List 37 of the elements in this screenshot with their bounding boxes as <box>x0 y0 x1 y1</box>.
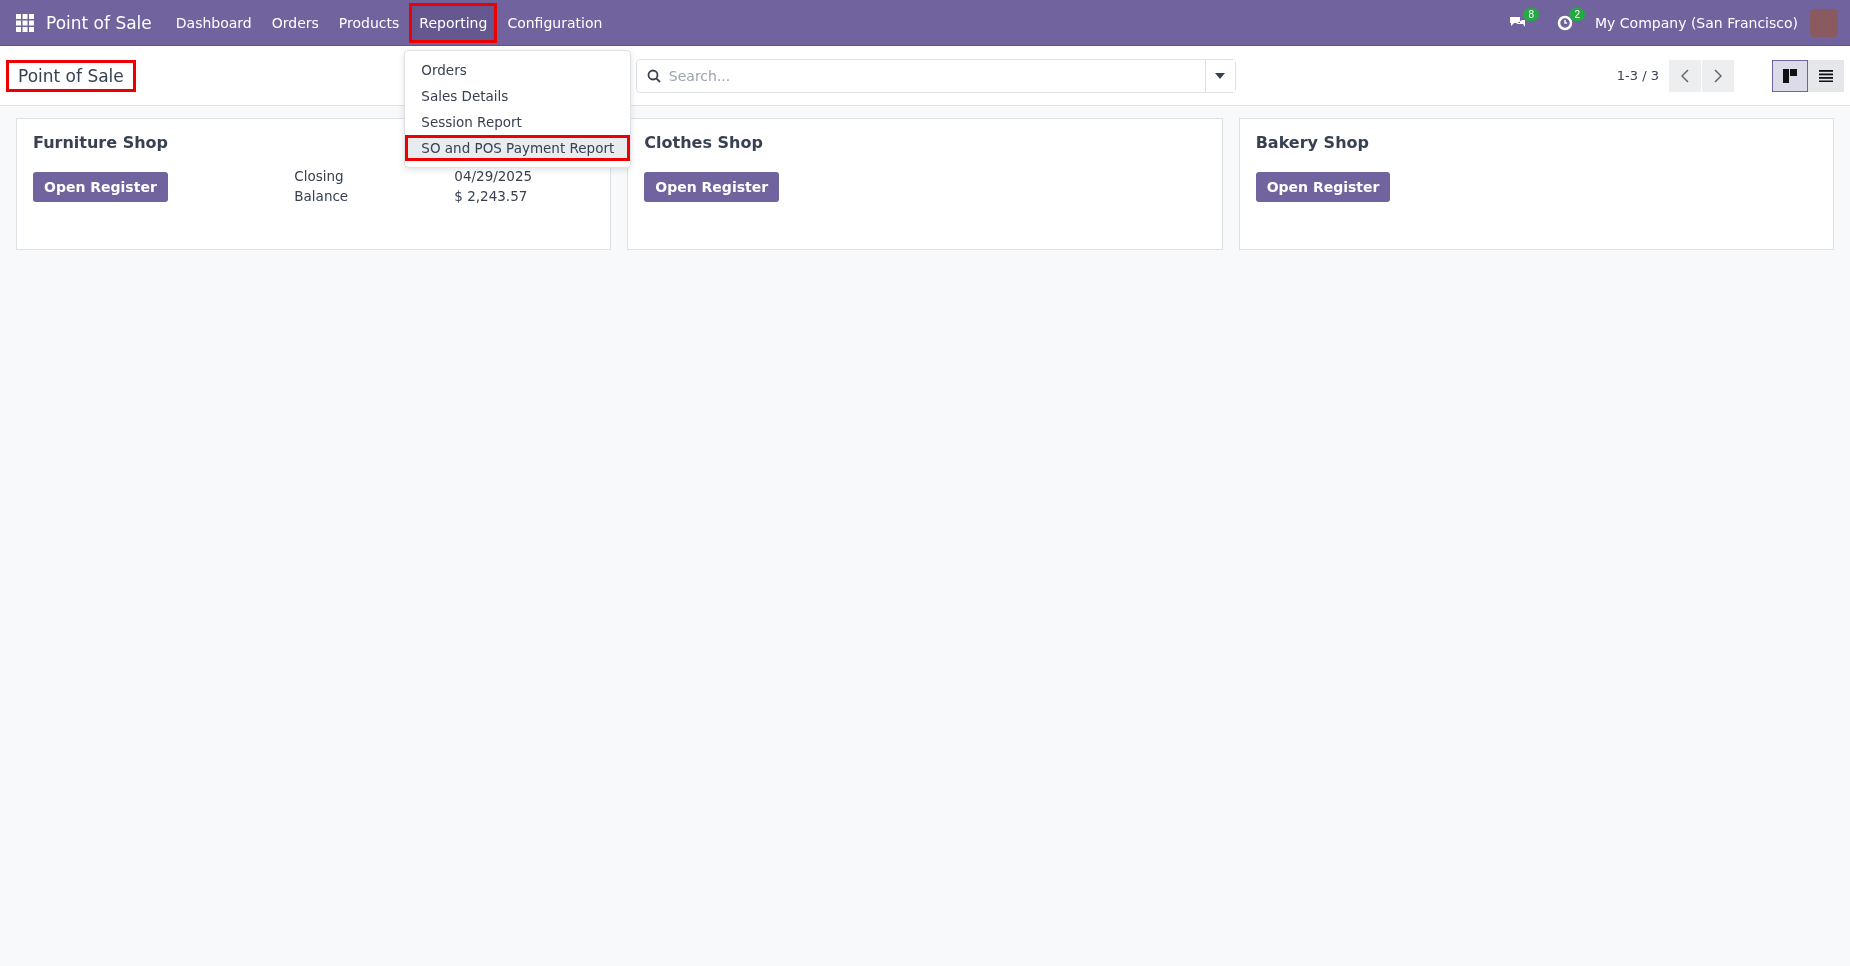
dropdown-item[interactable]: SO and POS Payment Report <box>405 134 631 161</box>
open-register-button[interactable]: Open Register <box>1255 172 1391 202</box>
search-options-button[interactable] <box>1204 59 1235 92</box>
dropdown-item[interactable]: Sales Details <box>405 82 631 109</box>
kanban-view-icon <box>1783 68 1797 83</box>
chevron-left-icon <box>1681 68 1689 83</box>
breadcrumb: Point of Sale <box>6 59 136 92</box>
apps-grid-icon[interactable] <box>16 13 34 32</box>
activities-badge: 2 <box>1569 7 1586 21</box>
shop-title: Bakery Shop <box>1255 133 1369 152</box>
nav-menu-item[interactable]: Products <box>328 2 410 43</box>
company-name[interactable]: My Company (San Francisco) <box>1595 14 1798 31</box>
app-name[interactable]: Point of Sale <box>46 12 152 33</box>
clock-icon <box>1557 14 1574 31</box>
search-field[interactable]: Search... <box>635 58 1236 93</box>
view-switch-button[interactable] <box>1772 59 1808 92</box>
caret-icon <box>1215 72 1226 79</box>
detail-value: 04/29/2025 <box>454 168 534 184</box>
open-register-button[interactable]: Open Register <box>33 172 168 202</box>
nav-menu-item[interactable]: Dashboard <box>165 2 262 43</box>
search-icon <box>646 68 661 83</box>
chevron-right-icon <box>1714 68 1722 83</box>
dropdown-item[interactable]: Orders <box>405 56 631 83</box>
nav-menu-item[interactable]: Reporting <box>409 2 498 43</box>
view-switch-button[interactable] <box>1808 59 1844 92</box>
nav-menu-item[interactable]: Orders <box>261 2 329 43</box>
list-view-icon <box>1819 69 1833 82</box>
shop-title: Furniture Shop <box>33 133 168 152</box>
detail-label: Closing <box>294 168 345 184</box>
messages-badge: 8 <box>1523 7 1540 21</box>
detail-label: Balance <box>294 188 350 204</box>
pager-count: 1-3 / 3 <box>1616 68 1659 83</box>
nav-menu-item[interactable]: Configuration <box>497 2 613 43</box>
dropdown-item[interactable]: Session Report <box>405 108 631 135</box>
detail-value: $ 2,243.57 <box>454 188 529 204</box>
shop-title: Clothes Shop <box>644 133 763 152</box>
open-register-button[interactable]: Open Register <box>644 172 780 202</box>
